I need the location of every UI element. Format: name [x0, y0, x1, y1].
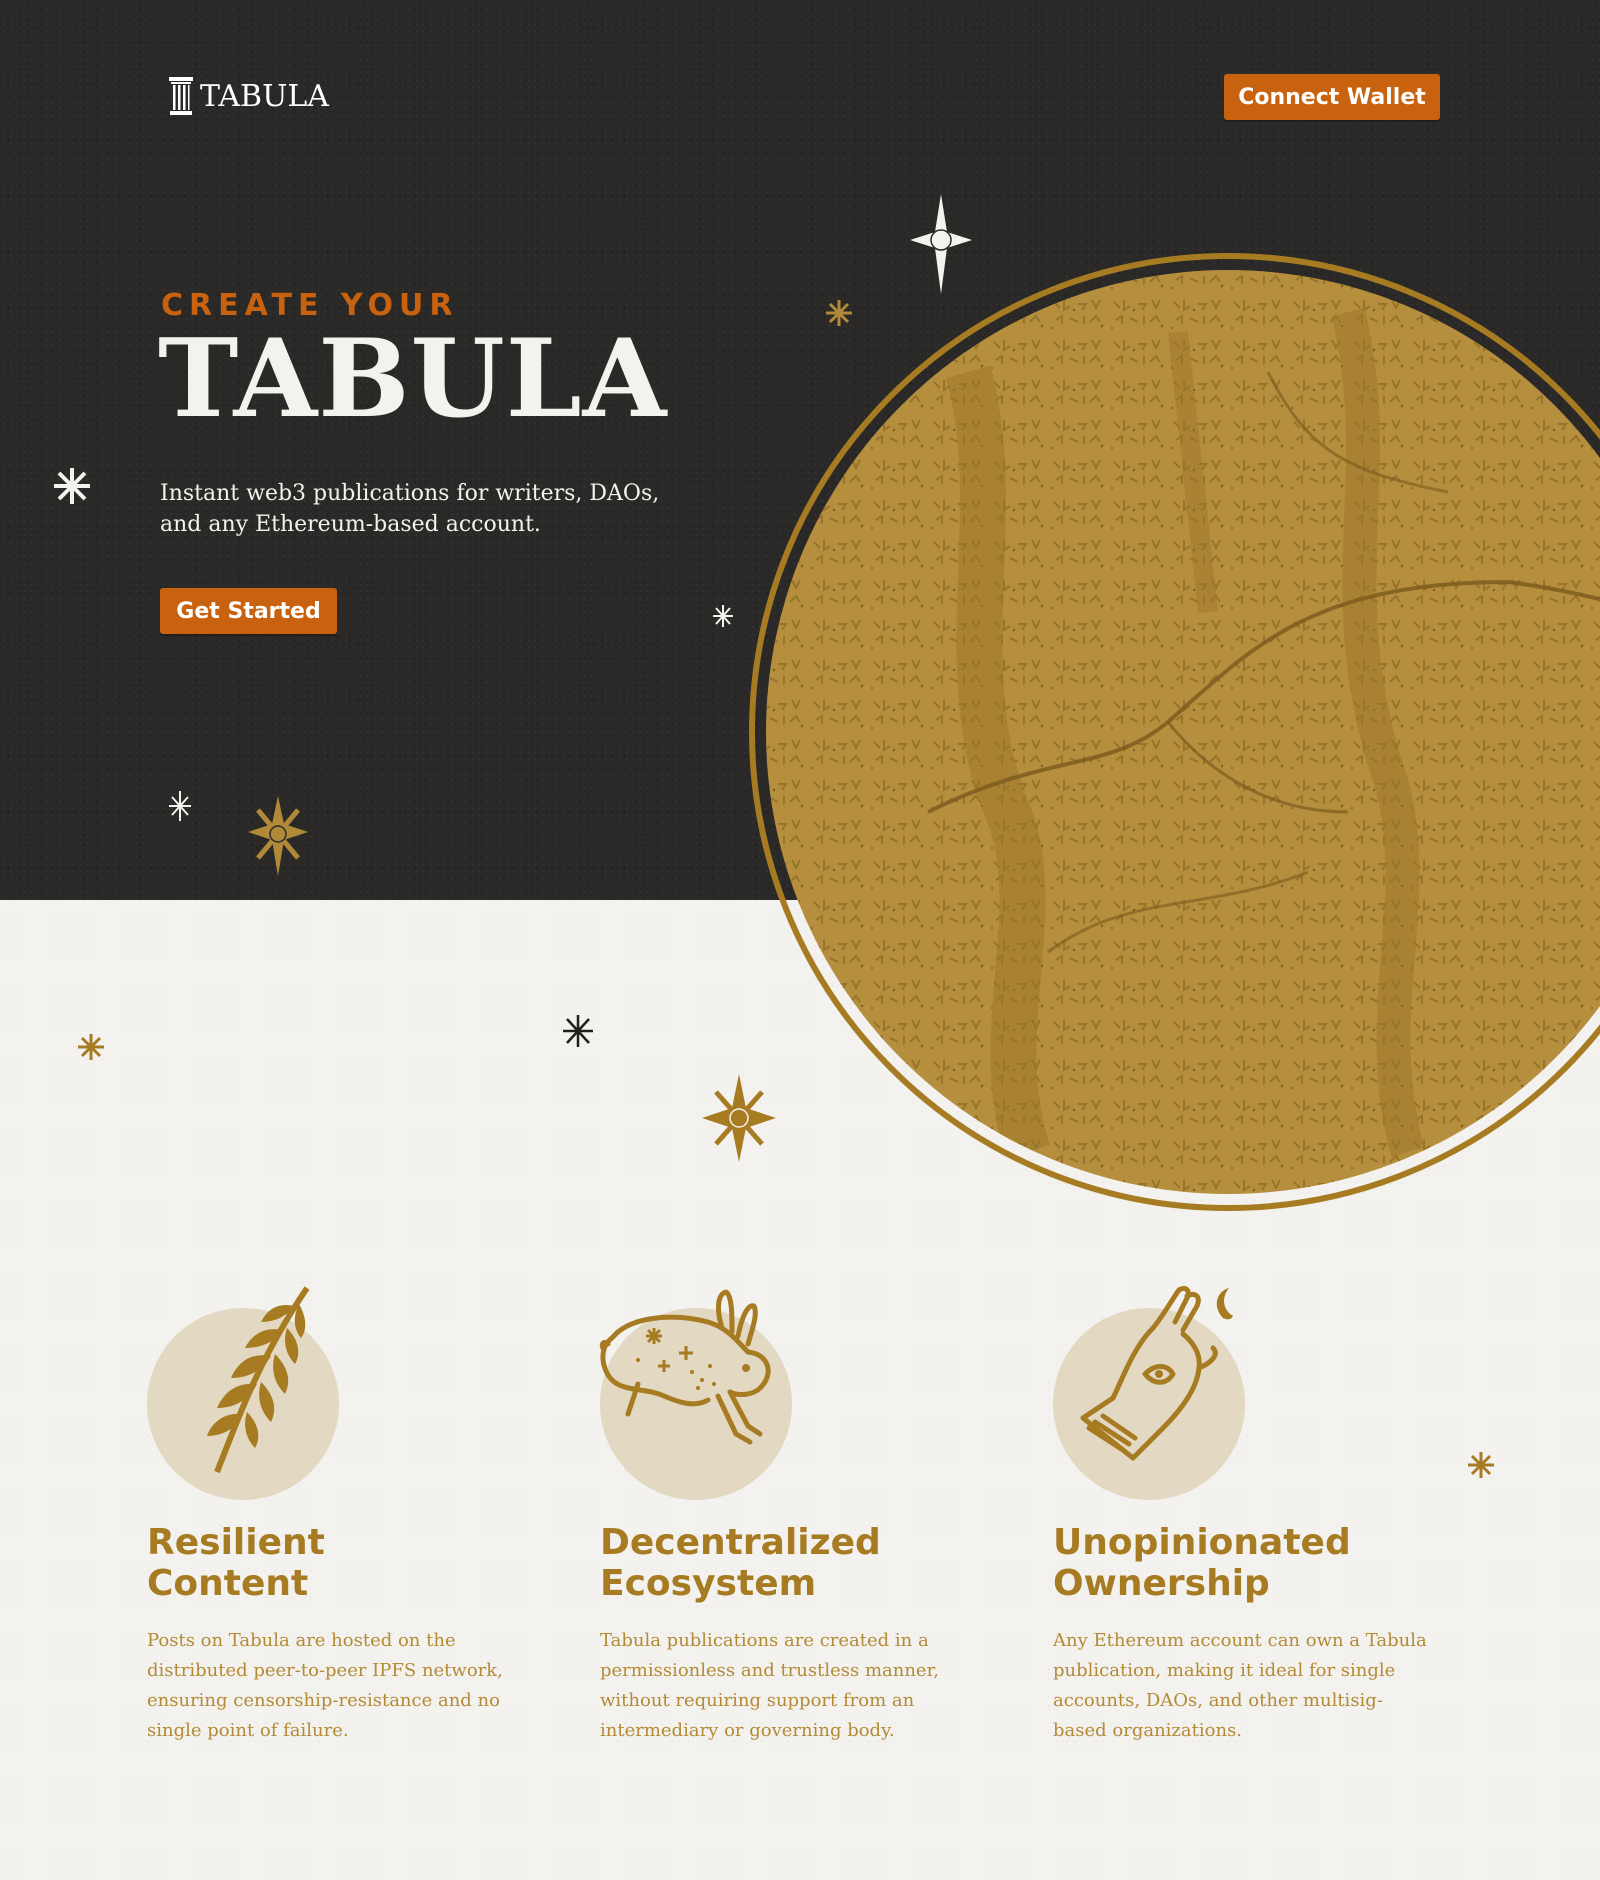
feature-title-line-1: Resilient: [147, 1522, 325, 1563]
feature-title: Unopinionated Ownership: [1053, 1522, 1453, 1604]
sparkle-star-icon: [248, 796, 308, 876]
asterisk-icon: [54, 468, 90, 504]
feature-title-line-1: Unopinionated: [1053, 1522, 1351, 1563]
asterisk-icon: [826, 300, 852, 326]
asterisk-icon: [169, 791, 191, 821]
hero-subtitle-line-2: and any Ethereum-based account.: [160, 512, 541, 537]
column-icon: [169, 77, 193, 115]
sparkle-star-icon: [910, 194, 972, 294]
feature-decentralized-ecosystem: Decentralized Ecosystem Tabula publicati…: [599, 1289, 1000, 1746]
feature-title: Resilient Content: [147, 1522, 547, 1604]
feature-description: Any Ethereum account can own a Tabula pu…: [1053, 1630, 1427, 1741]
hero-title: TABULA: [158, 316, 668, 442]
feature-title-line-1: Decentralized: [600, 1522, 881, 1563]
feature-title-line-2: Ecosystem: [600, 1563, 817, 1604]
feature-description: Posts on Tabula are hosted on the distri…: [147, 1630, 503, 1741]
landing-page: TABULA Connect Wallet CREATE YOUR TABULA…: [0, 0, 1600, 1880]
connect-wallet-button[interactable]: Connect Wallet: [1224, 74, 1440, 120]
hero-illustration: [748, 252, 1600, 1212]
feature-badge: [1053, 1285, 1245, 1500]
hero-subtitle: Instant web3 publications for writers, D…: [160, 478, 680, 540]
map-circle-icon: [749, 253, 1600, 1211]
logo-text: TABULA: [200, 78, 329, 114]
feature-badge: [147, 1286, 339, 1500]
feature-title-line-2: Content: [147, 1563, 309, 1604]
asterisk-icon: [713, 605, 733, 627]
feature-resilient-content: Resilient Content Posts on Tabula are ho…: [147, 1286, 547, 1746]
feature-title: Decentralized Ecosystem: [600, 1522, 1000, 1604]
rabbit-icon: [599, 1289, 771, 1445]
hero-subtitle-line-1: Instant web3 publications for writers, D…: [160, 481, 660, 506]
asterisk-icon: [1468, 1452, 1494, 1478]
asterisk-icon: [78, 1034, 104, 1060]
feature-badge: [599, 1289, 792, 1500]
sparkle-star-icon: [702, 1074, 776, 1162]
fern-icon: [207, 1286, 310, 1474]
logo[interactable]: TABULA: [168, 76, 329, 116]
feature-unopinionated-ownership: Unopinionated Ownership Any Ethereum acc…: [1053, 1285, 1453, 1746]
hand-icon: [1080, 1285, 1233, 1461]
feature-description: Tabula publications are created in a per…: [600, 1630, 939, 1741]
feature-title-line-2: Ownership: [1053, 1563, 1270, 1604]
get-started-button[interactable]: Get Started: [160, 588, 337, 634]
asterisk-icon: [563, 1015, 593, 1047]
